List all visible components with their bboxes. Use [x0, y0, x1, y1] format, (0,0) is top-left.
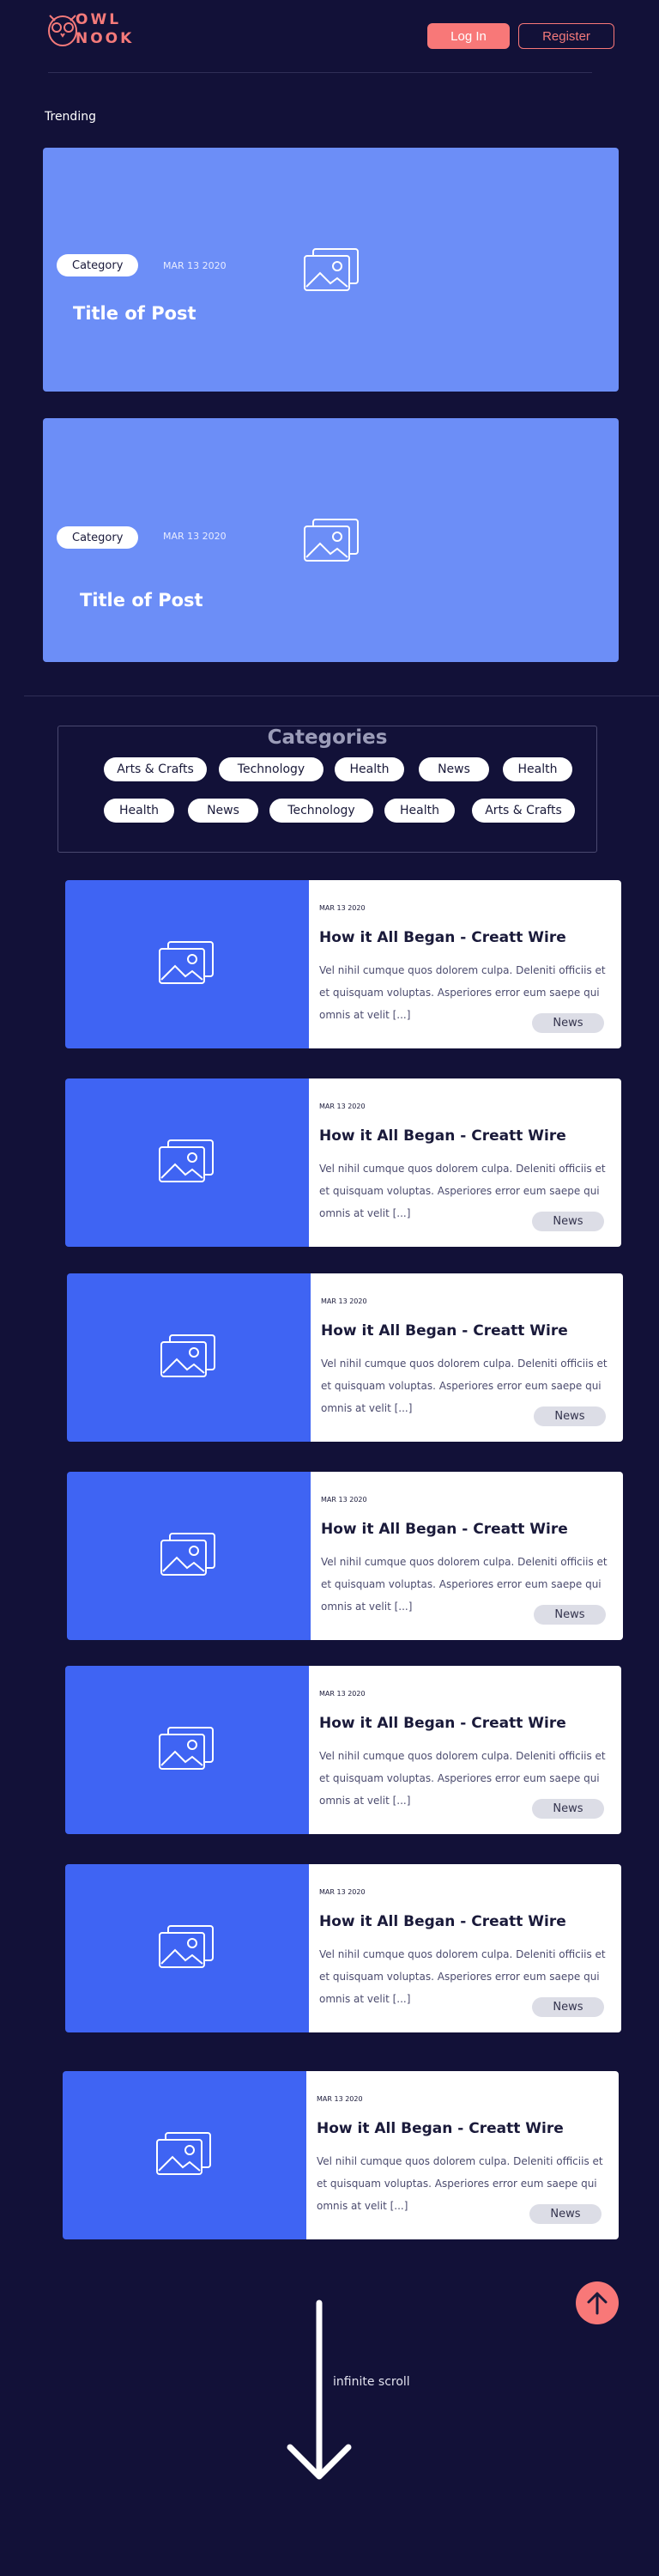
article-body: MAR 13 2020 How it All Began - Creatt Wi… [309, 880, 621, 1048]
scroll-to-top-button[interactable] [576, 2281, 619, 2324]
article-tag[interactable]: News [529, 2204, 602, 2224]
article-date: MAR 13 2020 [319, 1103, 366, 1110]
article-thumbnail[interactable] [63, 2071, 306, 2239]
category-chip[interactable]: Technology [219, 757, 323, 781]
logo-text: OWL NOOK [76, 10, 134, 48]
register-button[interactable]: Register [518, 23, 614, 49]
article-date: MAR 13 2020 [321, 1297, 367, 1305]
image-placeholder-icon [159, 941, 214, 984]
article-body: MAR 13 2020 How it All Began - Creatt Wi… [311, 1472, 623, 1640]
article-card[interactable]: MAR 13 2020 How it All Began - Creatt Wi… [65, 1666, 621, 1834]
image-placeholder-icon [304, 248, 359, 291]
article-title[interactable]: How it All Began - Creatt Wire [321, 1521, 568, 1538]
article-thumbnail[interactable] [65, 1666, 309, 1834]
category-chip[interactable]: Arts & Crafts [472, 799, 575, 823]
category-chip[interactable]: Technology [269, 799, 373, 823]
image-placeholder-icon [160, 1334, 215, 1377]
article-body: MAR 13 2020 How it All Began - Creatt Wi… [309, 1864, 621, 2032]
article-card[interactable]: MAR 13 2020 How it All Began - Creatt Wi… [65, 880, 621, 1048]
article-tag[interactable]: News [534, 1605, 606, 1625]
article-date: MAR 13 2020 [319, 1888, 366, 1896]
post-date: MAR 13 2020 [163, 260, 227, 271]
article-date: MAR 13 2020 [321, 1496, 367, 1504]
site-logo[interactable]: OWL NOOK [45, 7, 148, 52]
category-badge[interactable]: Category [57, 254, 139, 276]
image-placeholder-icon [304, 519, 359, 562]
image-placeholder-icon [159, 1925, 214, 1968]
article-title[interactable]: How it All Began - Creatt Wire [319, 1913, 566, 1930]
category-chip[interactable]: News [188, 799, 258, 823]
image-placeholder-icon [156, 2132, 211, 2175]
category-chip[interactable]: Health [335, 757, 404, 781]
article-card[interactable]: MAR 13 2020 How it All Began - Creatt Wi… [65, 1864, 621, 2032]
article-tag[interactable]: News [532, 1799, 604, 1819]
article-card[interactable]: MAR 13 2020 How it All Began - Creatt Wi… [65, 1078, 621, 1247]
category-badge[interactable]: Category [57, 526, 139, 549]
article-title[interactable]: How it All Began - Creatt Wire [321, 1322, 568, 1340]
article-body: MAR 13 2020 How it All Began - Creatt Wi… [306, 2071, 619, 2239]
article-title[interactable]: How it All Began - Creatt Wire [319, 1715, 566, 1732]
logo-line-2: NOOK [76, 30, 135, 47]
category-chip[interactable]: Health [104, 799, 174, 823]
trending-card[interactable]: Category MAR 13 2020 Title of Post [43, 148, 619, 392]
infinite-scroll-label: infinite scroll [333, 2375, 410, 2389]
logo-line-1: OWL [76, 11, 122, 28]
image-placeholder-icon [159, 1139, 214, 1182]
article-date: MAR 13 2020 [319, 904, 366, 912]
post-date: MAR 13 2020 [163, 531, 227, 542]
article-thumbnail[interactable] [67, 1273, 311, 1442]
article-title[interactable]: How it All Began - Creatt Wire [319, 929, 566, 946]
article-card[interactable]: MAR 13 2020 How it All Began - Creatt Wi… [67, 1472, 623, 1640]
article-card[interactable]: MAR 13 2020 How it All Began - Creatt Wi… [67, 1273, 623, 1442]
login-button[interactable]: Log In [427, 23, 510, 49]
trending-heading: Trending [45, 110, 96, 124]
article-tag[interactable]: News [532, 1212, 604, 1231]
image-placeholder-icon [160, 1533, 215, 1576]
article-body: MAR 13 2020 How it All Began - Creatt Wi… [311, 1273, 623, 1442]
article-body: MAR 13 2020 How it All Began - Creatt Wi… [309, 1666, 621, 1834]
article-thumbnail[interactable] [65, 1078, 309, 1247]
category-chip[interactable]: Health [503, 757, 572, 781]
article-tag[interactable]: News [532, 1013, 604, 1033]
article-thumbnail[interactable] [67, 1472, 311, 1640]
article-date: MAR 13 2020 [317, 2095, 363, 2103]
article-tag[interactable]: News [532, 1997, 604, 2017]
article-body: MAR 13 2020 How it All Began - Creatt Wi… [309, 1078, 621, 1247]
article-card[interactable]: MAR 13 2020 How it All Began - Creatt Wi… [63, 2071, 619, 2239]
arrow-up-icon [587, 2292, 608, 2315]
categories-title: Categories [267, 726, 388, 749]
header-divider [48, 72, 592, 73]
category-chip[interactable]: Arts & Crafts [104, 757, 207, 781]
article-tag[interactable]: News [534, 1406, 606, 1426]
article-thumbnail[interactable] [65, 880, 309, 1048]
image-placeholder-icon [159, 1727, 214, 1770]
post-title[interactable]: Title of Post [80, 590, 203, 611]
arrow-down-icon [287, 2300, 352, 2480]
trending-card[interactable]: Category MAR 13 2020 Title of Post [43, 418, 619, 662]
article-date: MAR 13 2020 [319, 1690, 366, 1698]
category-chip[interactable]: News [419, 757, 489, 781]
article-thumbnail[interactable] [65, 1864, 309, 2032]
article-title[interactable]: How it All Began - Creatt Wire [317, 2120, 564, 2137]
article-title[interactable]: How it All Began - Creatt Wire [319, 1127, 566, 1145]
category-chip[interactable]: Health [384, 799, 455, 823]
post-title[interactable]: Title of Post [73, 303, 196, 324]
